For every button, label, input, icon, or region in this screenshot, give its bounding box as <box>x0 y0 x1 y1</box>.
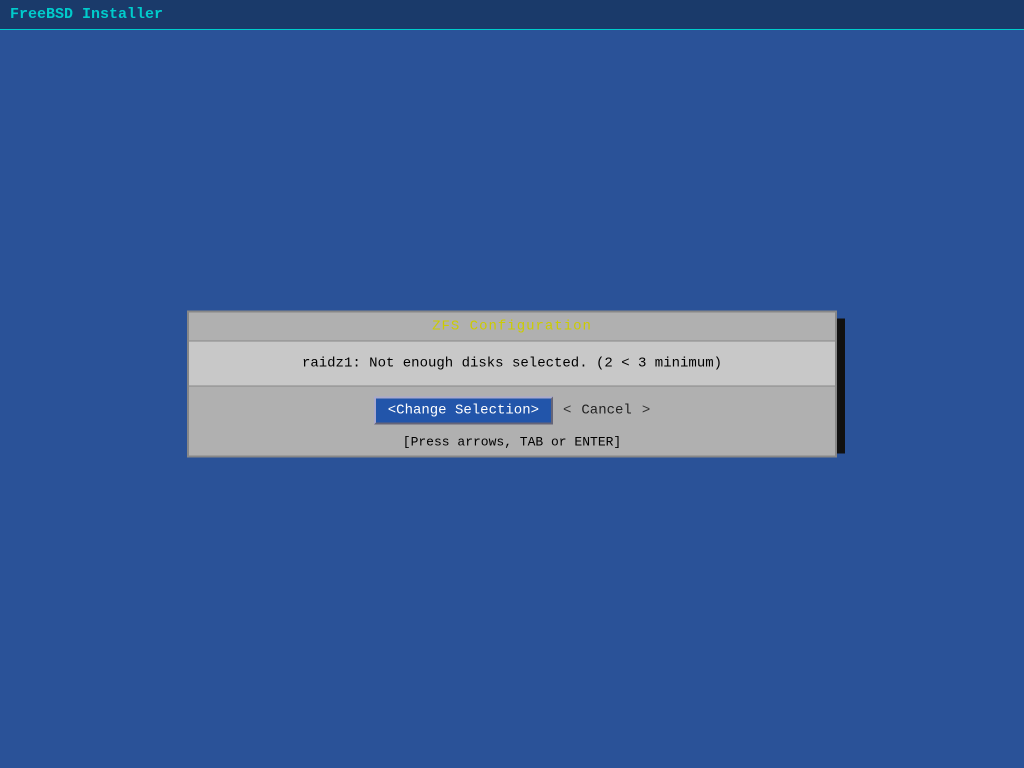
dialog-hint: [Press arrows, TAB or ENTER] <box>189 435 835 456</box>
change-selection-button[interactable]: <Change Selection> <box>374 397 553 425</box>
dialog-buttons-area: <Change Selection> < Cancel > <box>189 387 835 435</box>
left-arrow-label: < <box>563 403 571 419</box>
cancel-label: Cancel <box>581 403 631 419</box>
dialog-message: raidz1: Not enough disks selected. (2 < … <box>189 342 835 387</box>
dialog-container: ZFS Configuration raidz1: Not enough dis… <box>187 311 837 458</box>
dialog-title: ZFS Configuration <box>189 313 835 342</box>
right-arrow-label: > <box>642 403 650 419</box>
title-bar: FreeBSD Installer <box>0 0 1024 30</box>
app-title: FreeBSD Installer <box>10 6 163 23</box>
dialog-box: ZFS Configuration raidz1: Not enough dis… <box>187 311 837 458</box>
